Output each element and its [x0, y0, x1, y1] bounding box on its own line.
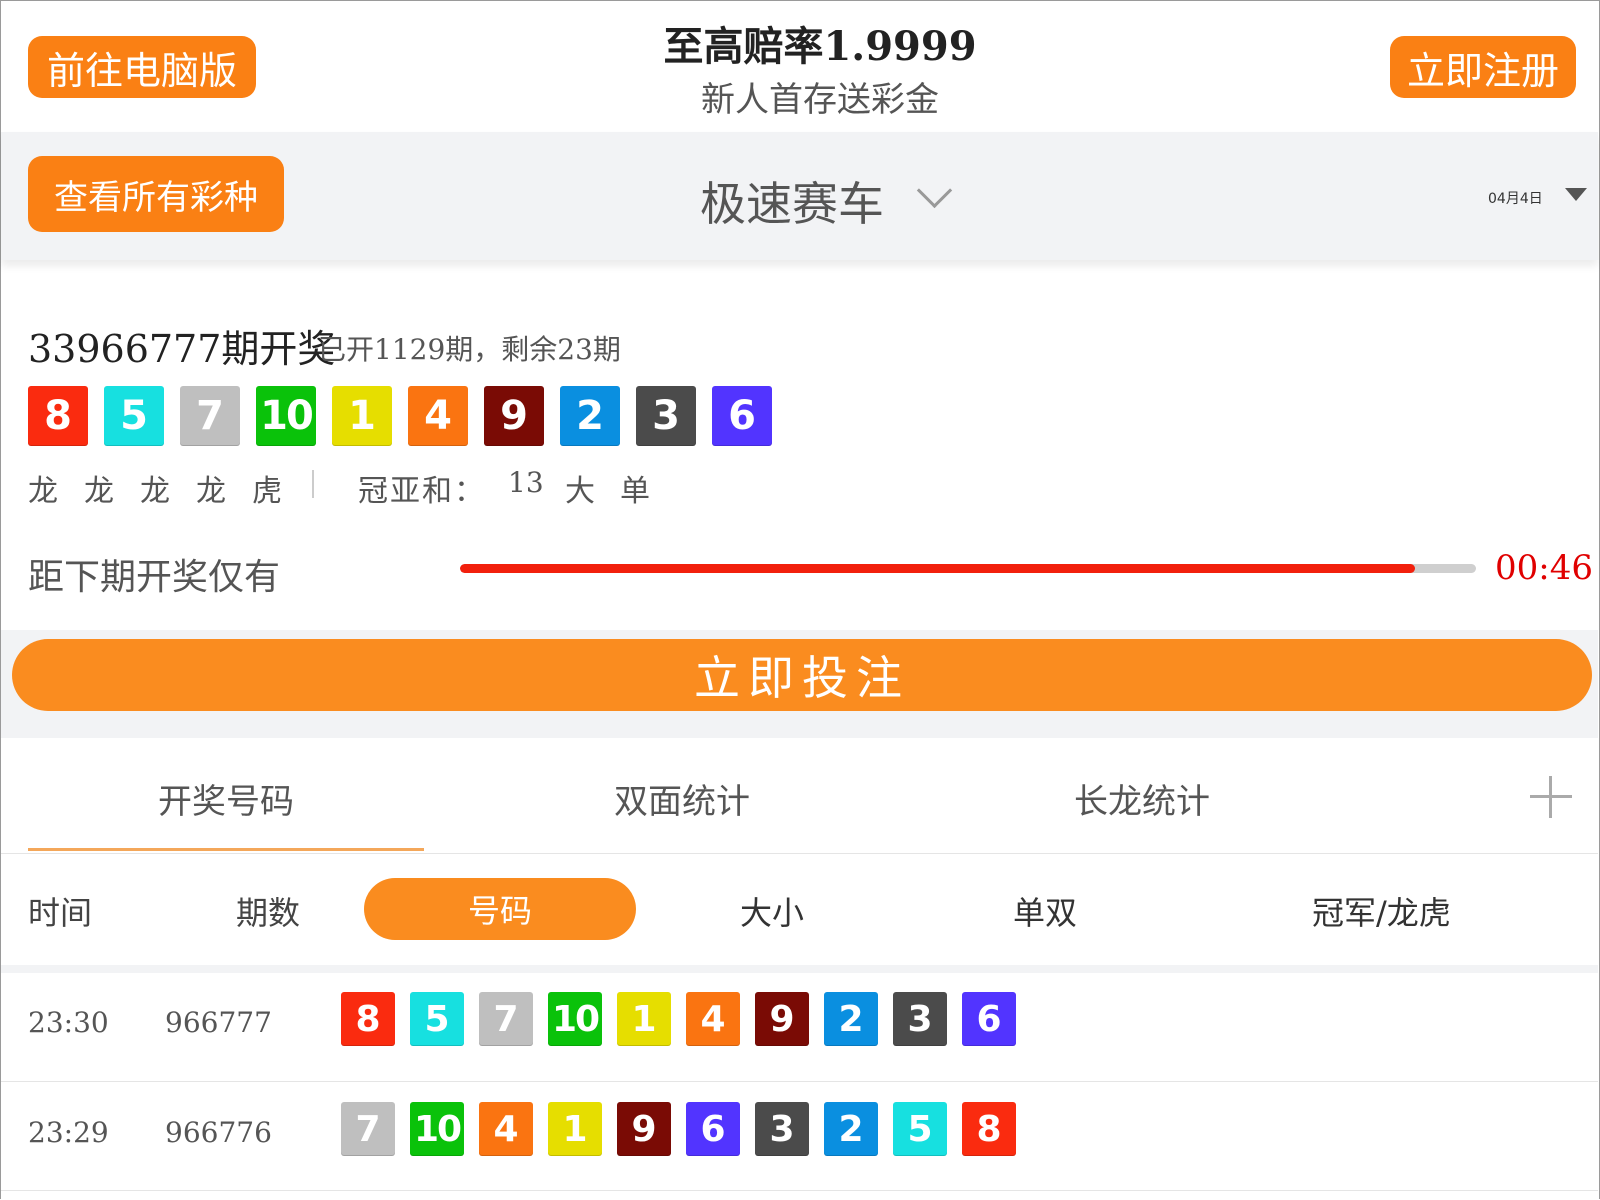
number-ball: 6: [962, 992, 1016, 1046]
number-ball: 6: [686, 1102, 740, 1156]
filter-odd-even-button[interactable]: 单双: [1013, 888, 1077, 934]
date-selector[interactable]: 04月4日: [1488, 188, 1543, 208]
dragon-tiger-label: 龙: [196, 474, 226, 509]
column-issue[interactable]: 期数: [236, 888, 300, 934]
row-issue: 966776: [165, 1116, 272, 1149]
countdown-time: 00:46: [1495, 548, 1593, 588]
number-ball: 6: [712, 386, 772, 446]
bet-now-button[interactable]: 立即投注: [12, 639, 1592, 711]
dragon-tiger-label: 虎: [252, 474, 282, 509]
divider: [312, 470, 314, 498]
register-button[interactable]: 立即注册: [1390, 36, 1576, 98]
divider: [1, 853, 1598, 854]
number-ball: 7: [479, 992, 533, 1046]
dragon-tiger-label: 龙: [84, 474, 114, 509]
divider: [1, 1190, 1598, 1191]
number-ball: 10: [410, 1102, 464, 1156]
countdown-progress-bar: [460, 564, 1476, 573]
draw-status: 已开1129期，剩余23期: [318, 333, 621, 366]
number-ball: 9: [617, 1102, 671, 1156]
row-time: 23:30: [28, 1006, 109, 1039]
plus-icon[interactable]: [1530, 776, 1572, 818]
number-ball: 5: [893, 1102, 947, 1156]
pc-version-button[interactable]: 前往电脑版: [28, 36, 256, 98]
number-ball: 8: [962, 1102, 1016, 1156]
number-ball: 5: [410, 992, 464, 1046]
number-ball: 8: [341, 992, 395, 1046]
number-ball: 7: [180, 386, 240, 446]
sum-size: 大: [565, 474, 595, 509]
number-ball: 9: [755, 992, 809, 1046]
number-ball: 3: [636, 386, 696, 446]
sum-value: 13: [508, 466, 544, 499]
number-ball: 3: [893, 992, 947, 1046]
dragon-tiger-label: 龙: [140, 474, 170, 509]
number-ball: 1: [548, 1102, 602, 1156]
active-tab-indicator: [28, 848, 424, 851]
sum-label: 冠亚和：: [358, 474, 486, 509]
countdown-progress-fill: [460, 564, 1416, 573]
number-ball: 5: [104, 386, 164, 446]
dragon-tiger-label: 龙: [28, 474, 58, 509]
number-ball: 2: [824, 1102, 878, 1156]
section-gap: [1, 965, 1598, 973]
caret-down-icon[interactable]: [1565, 188, 1587, 201]
number-ball: 9: [484, 386, 544, 446]
divider: [1, 1081, 1598, 1082]
number-ball: 10: [548, 992, 602, 1046]
tab-streak-stats[interactable]: 长龙统计: [932, 774, 1352, 823]
number-ball: 4: [479, 1102, 533, 1156]
number-ball: 10: [256, 386, 316, 446]
tab-draw-numbers[interactable]: 开奖号码: [16, 774, 436, 823]
row-issue: 966777: [165, 1006, 272, 1039]
lottery-name-dropdown[interactable]: 极速赛车: [700, 168, 884, 234]
number-ball: 7: [341, 1102, 395, 1156]
number-ball: 8: [28, 386, 88, 446]
sum-odd-even: 单: [620, 474, 650, 509]
filter-champion-dragon-tiger-button[interactable]: 冠军/龙虎: [1312, 888, 1451, 934]
tab-two-sided-stats[interactable]: 双面统计: [472, 774, 892, 823]
number-ball: 1: [332, 386, 392, 446]
number-ball: 1: [617, 992, 671, 1046]
number-ball: 3: [755, 1102, 809, 1156]
header-subtitle: 新人首存送彩金: [701, 80, 939, 120]
number-ball: 4: [686, 992, 740, 1046]
all-lotteries-button[interactable]: 查看所有彩种: [28, 156, 284, 232]
filter-size-button[interactable]: 大小: [740, 888, 804, 934]
number-ball: 4: [408, 386, 468, 446]
row-time: 23:29: [28, 1116, 109, 1149]
column-time[interactable]: 时间: [28, 888, 92, 934]
header-title: 至高赔率1.9999: [663, 23, 977, 70]
draw-issue-title: 33966777期开奖: [28, 327, 336, 371]
number-ball: 2: [824, 992, 878, 1046]
filter-number-button[interactable]: 号码: [364, 878, 636, 940]
number-ball: 2: [560, 386, 620, 446]
countdown-label: 距下期开奖仅有: [28, 557, 281, 598]
